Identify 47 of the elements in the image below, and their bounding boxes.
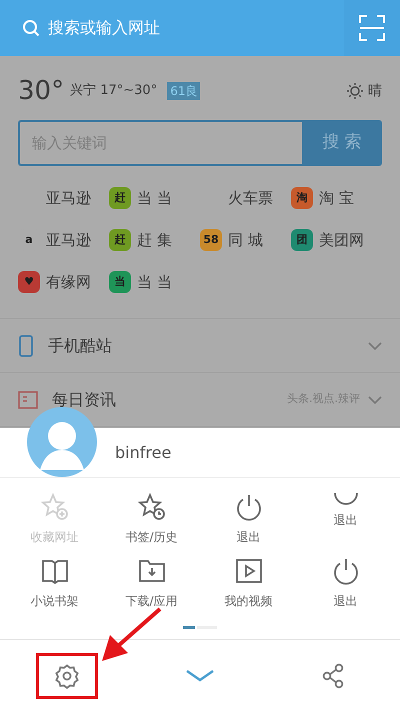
site-link[interactable]: 当 当	[137, 186, 172, 210]
menu-item[interactable]: 退出	[297, 492, 394, 546]
site-logo-icon: 团	[291, 229, 313, 251]
menu-item[interactable]: 退出	[200, 492, 297, 546]
temperature: 30°	[18, 78, 64, 104]
menu-item[interactable]: 我的视频	[200, 556, 297, 610]
address-field[interactable]: 搜索或输入网址	[48, 16, 344, 40]
site-link[interactable]: 当 当	[137, 270, 172, 294]
site-link[interactable]: 赶 集	[137, 228, 172, 252]
arc-icon	[334, 492, 358, 505]
site-logo-icon: 当	[109, 271, 131, 293]
site-logo-icon: 赶	[109, 187, 131, 209]
pointer-arrow	[100, 606, 164, 663]
site-logo-icon: 淘	[291, 187, 313, 209]
section-row[interactable]: 手机酷站	[0, 319, 400, 373]
menu-item[interactable]: 退出	[297, 556, 394, 610]
site-link[interactable]: 淘 宝	[319, 186, 354, 210]
site-logo-icon: ♥	[18, 271, 40, 293]
menu-item[interactable]: 书签/历史	[103, 492, 200, 546]
site-link[interactable]: 有缘网	[46, 270, 91, 294]
settings-button[interactable]	[36, 652, 98, 698]
search-icon	[22, 19, 40, 37]
section-title: 手机酷站	[48, 334, 112, 356]
weather-condition: 晴	[368, 82, 382, 100]
username: binfree	[115, 442, 172, 464]
site-link[interactable]: 亚马逊	[46, 228, 91, 252]
avatar	[26, 406, 98, 478]
site-link[interactable]: 亚马逊	[46, 186, 91, 210]
news-icon	[18, 390, 38, 408]
star-plus-icon	[40, 492, 70, 522]
phone-icon	[18, 334, 34, 356]
weather-range: 兴宁 17°~30°	[70, 82, 158, 100]
share-icon	[321, 662, 346, 688]
scan-icon[interactable]	[359, 15, 385, 41]
play-icon	[234, 556, 264, 586]
site-link[interactable]: 同 城	[228, 228, 263, 252]
site-logo-icon: 58	[200, 229, 222, 251]
gear-icon	[54, 662, 80, 688]
sun-icon	[346, 82, 364, 100]
star-clock-icon	[136, 492, 166, 522]
menu-item[interactable]: 小说书架	[6, 556, 103, 610]
menu-item[interactable]: 下载/应用	[103, 556, 200, 610]
section-title: 每日资讯	[52, 388, 116, 410]
site-logo-icon: 赶	[109, 229, 131, 251]
site-link[interactable]: 火车票	[228, 186, 273, 210]
air-quality-badge: 61良	[167, 82, 200, 100]
site-link[interactable]: 美团网	[319, 228, 364, 252]
